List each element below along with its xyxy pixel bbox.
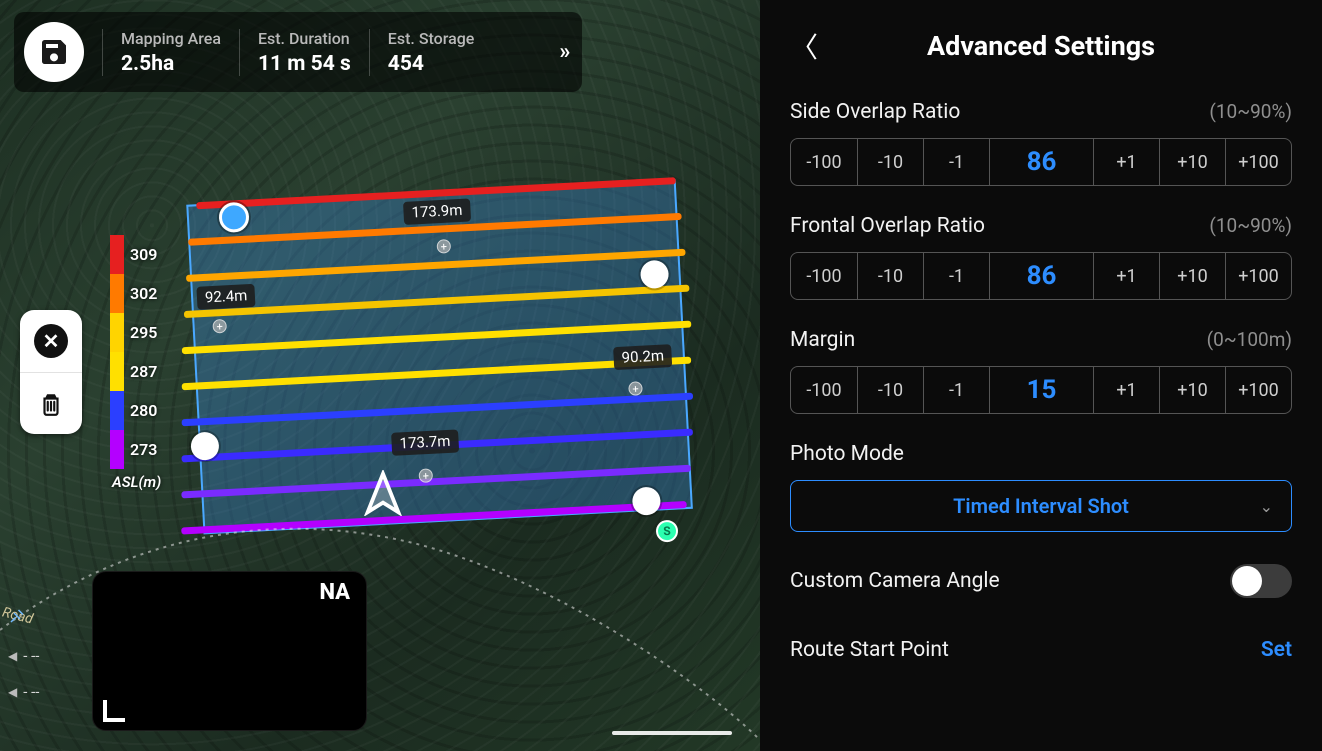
stat-duration-label: Est. Duration — [258, 29, 351, 48]
close-icon: ✕ — [34, 324, 68, 358]
delete-button[interactable] — [20, 372, 82, 434]
expand-icon[interactable] — [103, 700, 125, 722]
step-minus-10[interactable]: -10 — [857, 253, 923, 299]
start-point[interactable]: S — [655, 520, 678, 543]
legend-caption: ASL(m) — [112, 473, 161, 491]
setting-label: Custom Camera Angle — [790, 569, 1000, 593]
step-minus-1[interactable]: -1 — [923, 367, 989, 413]
stepper-frontal-overlap: -100 -10 -1 86 +1 +10 +100 — [790, 252, 1292, 300]
cancel-button[interactable]: ✕ — [20, 310, 82, 372]
back-button[interactable]: 〈 — [790, 26, 818, 66]
step-plus-1[interactable]: +1 — [1093, 253, 1159, 299]
step-plus-10[interactable]: +10 — [1159, 139, 1225, 185]
step-minus-100[interactable]: -100 — [791, 253, 857, 299]
setting-label: Photo Mode — [790, 442, 904, 466]
step-plus-100[interactable]: +100 — [1225, 139, 1291, 185]
panel-title: Advanced Settings — [927, 30, 1155, 62]
setting-range: (10~90%) — [1209, 100, 1292, 123]
stat-area-value: 2.5ha — [121, 52, 221, 76]
stat-storage-label: Est. Storage — [388, 29, 475, 48]
aircraft-icon — [360, 470, 406, 520]
legend-tick: 302 — [130, 284, 157, 303]
camera-preview[interactable]: NA — [92, 571, 367, 731]
panel-header: 〈 Advanced Settings — [790, 22, 1292, 70]
stat-storage: Est. Storage 454 — [369, 29, 493, 76]
telemetry-block: ◀ - -- ◀ - -- — [8, 589, 39, 701]
setting-camera-angle: Custom Camera Angle — [790, 564, 1292, 598]
setting-label: Frontal Overlap Ratio — [790, 214, 985, 238]
step-plus-1[interactable]: +1 — [1093, 367, 1159, 413]
stat-storage-value: 454 — [388, 52, 475, 76]
edge-distance: 92.4m — [196, 284, 256, 310]
survey-area[interactable]: S + + + + 173.9m 92.4m 90.2m 173.7m — [166, 167, 705, 564]
legend-tick: 273 — [130, 440, 157, 459]
setting-side-overlap: Side Overlap Ratio (10~90%) -100 -10 -1 … — [790, 100, 1292, 186]
edge-distance: 90.2m — [613, 344, 673, 370]
camera-angle-toggle[interactable] — [1230, 564, 1292, 598]
stepper-value[interactable]: 15 — [989, 367, 1093, 413]
stat-area-label: Mapping Area — [121, 29, 221, 48]
mission-stats-bar: Mapping Area 2.5ha Est. Duration 11 m 54… — [14, 12, 582, 92]
step-plus-10[interactable]: +10 — [1159, 253, 1225, 299]
telemetry-value: - -- — [23, 647, 39, 665]
setting-frontal-overlap: Frontal Overlap Ratio (10~90%) -100 -10 … — [790, 214, 1292, 300]
edge-distance: 173.9m — [403, 198, 471, 224]
step-plus-100[interactable]: +100 — [1225, 367, 1291, 413]
step-minus-1[interactable]: -1 — [923, 139, 989, 185]
map-view[interactable]: Mapping Area 2.5ha Est. Duration 11 m 54… — [0, 0, 760, 751]
setting-range: (0~100m) — [1207, 328, 1292, 351]
stepper-value[interactable]: 86 — [989, 139, 1093, 185]
stat-duration: Est. Duration 11 m 54 s — [239, 29, 369, 76]
telemetry-value: - -- — [23, 683, 39, 701]
polygon-vertex[interactable] — [632, 486, 661, 515]
step-minus-10[interactable]: -10 — [857, 139, 923, 185]
setting-label: Margin — [790, 328, 855, 352]
step-plus-100[interactable]: +100 — [1225, 253, 1291, 299]
step-minus-10[interactable]: -10 — [857, 367, 923, 413]
chevron-left-icon: ◀ — [8, 649, 17, 663]
setting-label: Side Overlap Ratio — [790, 100, 960, 124]
legend-tick: 287 — [130, 362, 157, 381]
map-tool-stack: ✕ — [20, 310, 82, 434]
step-minus-100[interactable]: -100 — [791, 367, 857, 413]
save-icon — [38, 36, 70, 68]
collapse-stats-icon[interactable]: » — [559, 40, 570, 65]
setting-range: (10~90%) — [1209, 214, 1292, 237]
step-minus-1[interactable]: -1 — [923, 253, 989, 299]
step-plus-1[interactable]: +1 — [1093, 139, 1159, 185]
advanced-settings-panel: 〈 Advanced Settings Side Overlap Ratio (… — [760, 0, 1322, 751]
dropdown-value: Timed Interval Shot — [953, 494, 1129, 518]
legend-tick: 280 — [130, 401, 157, 420]
stepper-side-overlap: -100 -10 -1 86 +1 +10 +100 — [790, 138, 1292, 186]
map-scale-bar — [612, 731, 732, 735]
camera-status: NA — [319, 580, 350, 605]
legend-tick: 309 — [130, 245, 157, 264]
chevron-down-icon: ⌄ — [1260, 497, 1273, 516]
setting-label: Route Start Point — [790, 638, 949, 662]
step-plus-10[interactable]: +10 — [1159, 367, 1225, 413]
setting-margin: Margin (0~100m) -100 -10 -1 15 +1 +10 +1… — [790, 328, 1292, 414]
satellite-icon — [8, 607, 26, 629]
save-button[interactable] — [24, 22, 84, 82]
toggle-knob — [1232, 566, 1262, 596]
stepper-margin: -100 -10 -1 15 +1 +10 +100 — [790, 366, 1292, 414]
stat-duration-value: 11 m 54 s — [258, 52, 351, 76]
stepper-value[interactable]: 86 — [989, 253, 1093, 299]
setting-photo-mode: Photo Mode Timed Interval Shot ⌄ — [790, 442, 1292, 532]
route-start-set-button[interactable]: Set — [1261, 638, 1292, 662]
chevron-left-icon: ◀ — [8, 685, 17, 699]
setting-route-start: Route Start Point Set — [790, 638, 1292, 662]
legend-tick: 295 — [130, 323, 157, 342]
stat-area: Mapping Area 2.5ha — [102, 29, 239, 76]
step-minus-100[interactable]: -100 — [791, 139, 857, 185]
trash-icon — [38, 391, 64, 417]
edge-distance: 173.7m — [391, 429, 459, 455]
altitude-legend: 309 302 295 287 280 273 ASL(m) — [110, 235, 161, 491]
photo-mode-dropdown[interactable]: Timed Interval Shot ⌄ — [790, 480, 1292, 532]
